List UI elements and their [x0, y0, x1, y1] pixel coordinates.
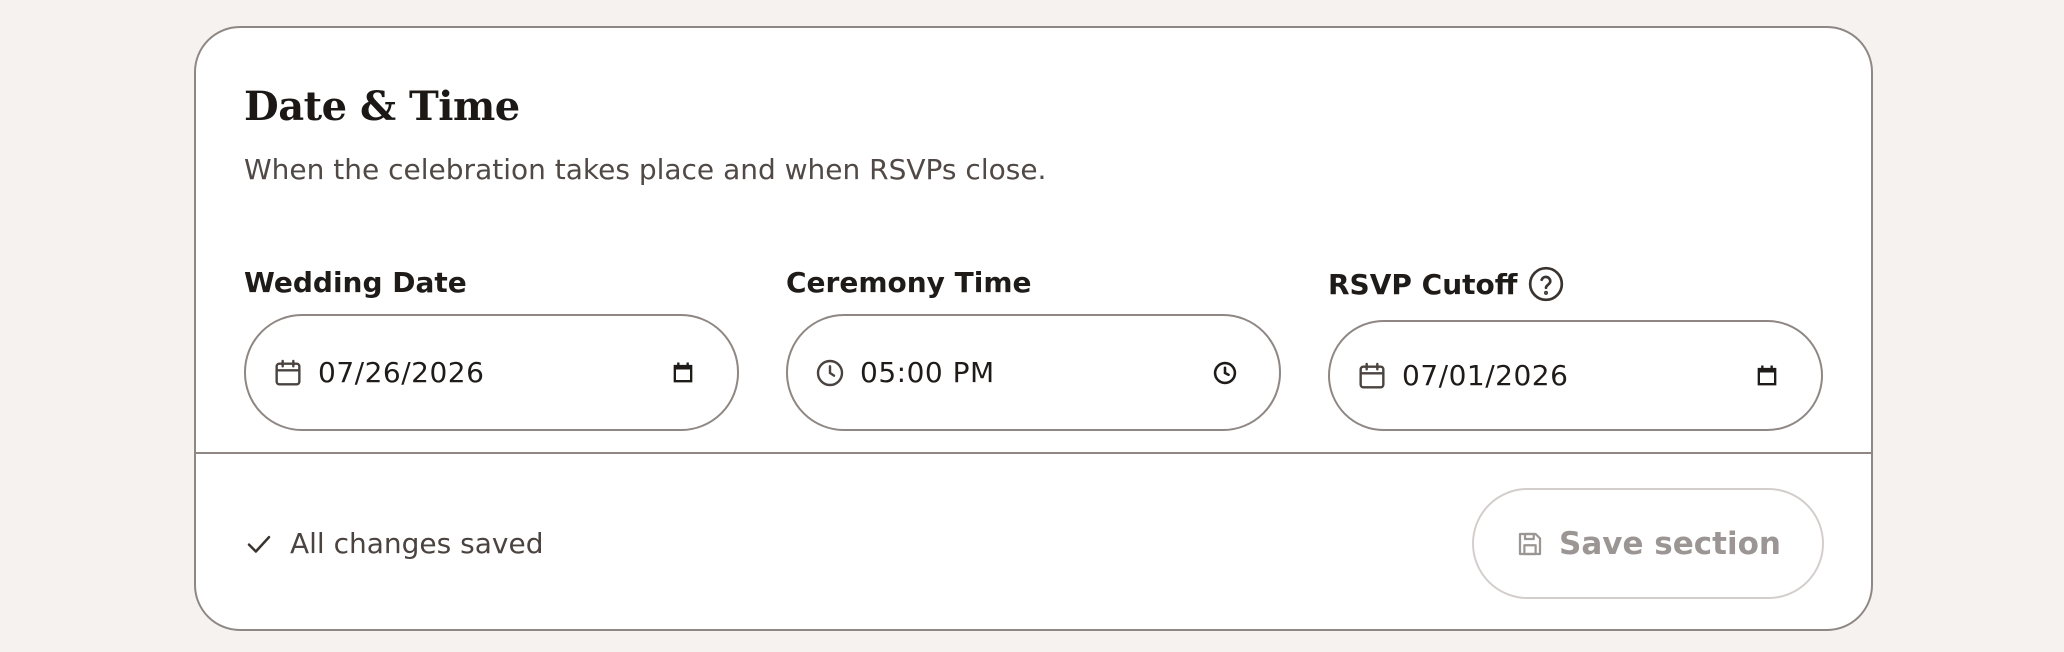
- check-icon: [244, 529, 274, 559]
- wedding-date-value: 07/26/2026: [318, 356, 485, 389]
- ceremony-time-value: 05:00 PM: [860, 356, 995, 389]
- footer-divider: [196, 452, 1871, 454]
- ceremony-time-input[interactable]: 05:00 PM: [786, 314, 1281, 431]
- wedding-date-field: Wedding Date 07/26/2026: [244, 262, 739, 442]
- calendar-icon: [1356, 360, 1388, 392]
- clock-icon: [814, 357, 846, 389]
- calendar-picker-icon[interactable]: [669, 359, 697, 387]
- ceremony-time-label-row: Ceremony Time: [786, 262, 1032, 302]
- rsvp-cutoff-value: 07/01/2026: [1402, 359, 1569, 392]
- section-subtitle: When the celebration takes place and whe…: [244, 153, 1047, 186]
- wedding-date-input[interactable]: 07/26/2026: [244, 314, 739, 431]
- time-picker-icon[interactable]: [1211, 359, 1239, 387]
- save-status-text: All changes saved: [290, 527, 544, 560]
- rsvp-cutoff-input[interactable]: 07/01/2026: [1328, 320, 1823, 431]
- section-title: Date & Time: [244, 83, 520, 130]
- wedding-date-label: Wedding Date: [244, 265, 467, 299]
- save-status: All changes saved: [244, 527, 543, 560]
- calendar-icon: [272, 357, 304, 389]
- rsvp-cutoff-field: RSVP Cutoff 07/01/2026: [1328, 262, 1823, 442]
- rsvp-cutoff-label-row: RSVP Cutoff: [1328, 264, 1565, 304]
- save-section-label: Save section: [1559, 525, 1781, 562]
- save-icon: [1515, 529, 1545, 559]
- wedding-date-label-row: Wedding Date: [244, 262, 467, 302]
- save-section-button[interactable]: Save section: [1472, 488, 1824, 599]
- calendar-picker-icon[interactable]: [1753, 362, 1781, 390]
- help-circle-icon[interactable]: [1527, 265, 1565, 303]
- ceremony-time-label: Ceremony Time: [786, 265, 1032, 299]
- date-time-card: Date & Time When the celebration takes p…: [194, 26, 1873, 631]
- ceremony-time-field: Ceremony Time 05:00 PM: [786, 262, 1281, 442]
- rsvp-cutoff-label: RSVP Cutoff: [1328, 267, 1518, 301]
